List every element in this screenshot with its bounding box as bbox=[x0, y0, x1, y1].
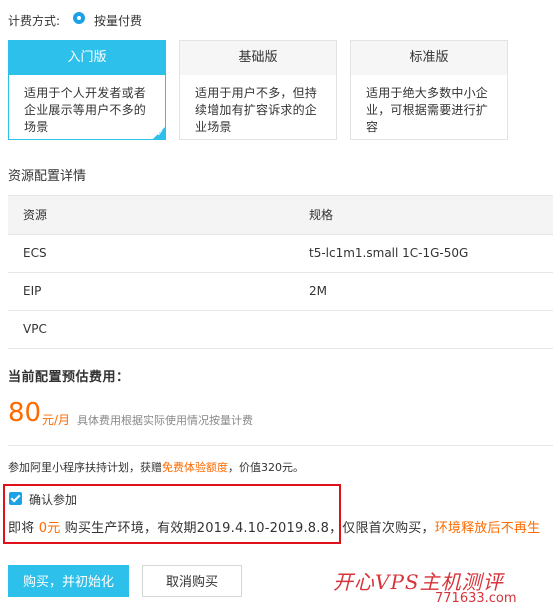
table-row: EIP 2M bbox=[8, 273, 553, 311]
promo-text: 参加阿里小程序扶持计划，获赠免费体验额度，价值320元。 bbox=[8, 459, 304, 475]
edition-desc: 适用于用户不多，但持续增加有扩容诉求的企业场景 bbox=[195, 86, 318, 134]
header-resource: 资源 bbox=[23, 208, 48, 222]
edition-title: 入门版 bbox=[9, 41, 165, 75]
price-note: 具体费用根据实际使用情况按量计费 bbox=[77, 414, 253, 427]
check-icon: ✓ bbox=[156, 129, 164, 139]
promo-suffix: ，价值320元。 bbox=[228, 461, 304, 474]
estimate-title: 当前配置预估费用： bbox=[8, 370, 130, 385]
edition-card-standard[interactable]: 标准版 适用于绝大多数中小企业，可根据需要进行扩容 bbox=[350, 40, 508, 140]
highlight-box bbox=[3, 484, 341, 544]
resource-name: ECS bbox=[23, 246, 47, 260]
buy-and-init-button[interactable]: 购买，并初始化 bbox=[8, 565, 129, 597]
watermark-url: 771633.com bbox=[435, 591, 517, 606]
promo-prefix: 参加阿里小程序扶持计划，获赠 bbox=[8, 461, 162, 474]
billing-label: 计费方式: bbox=[8, 14, 61, 28]
billing-radio[interactable] bbox=[73, 12, 85, 24]
billing-option-label[interactable]: 按量付费 bbox=[94, 12, 142, 29]
divider bbox=[8, 445, 553, 446]
edition-desc: 适用于个人开发者或者企业展示等用户不多的场景 bbox=[24, 86, 147, 134]
resource-name: EIP bbox=[23, 284, 42, 298]
note-warning: 环境释放后不再生 bbox=[434, 521, 541, 536]
resource-section-title: 资源配置详情 bbox=[8, 169, 87, 184]
price-unit: 元/月 bbox=[42, 413, 71, 427]
resource-spec: 2M bbox=[309, 284, 327, 298]
resource-table: 资源 规格 ECS t5-lc1m1.small 1C-1G-50G EIP 2… bbox=[8, 195, 553, 349]
edition-title: 基础版 bbox=[180, 41, 336, 75]
resource-spec: t5-lc1m1.small 1C-1G-50G bbox=[309, 246, 469, 260]
cancel-purchase-button[interactable]: 取消购买 bbox=[142, 565, 242, 597]
resource-name: VPC bbox=[23, 322, 47, 336]
table-row: ECS t5-lc1m1.small 1C-1G-50G bbox=[8, 235, 553, 273]
promo-highlight: 免费体验额度 bbox=[162, 461, 228, 474]
table-header: 资源 规格 bbox=[8, 195, 553, 235]
edition-card-basic[interactable]: 基础版 适用于用户不多，但持续增加有扩容诉求的企业场景 bbox=[179, 40, 337, 140]
edition-title: 标准版 bbox=[351, 41, 507, 75]
edition-card-starter[interactable]: 入门版 适用于个人开发者或者企业展示等用户不多的场景 ✓ bbox=[8, 40, 166, 140]
header-spec: 规格 bbox=[309, 208, 334, 222]
table-row: VPC bbox=[8, 311, 553, 349]
edition-desc: 适用于绝大多数中小企业，可根据需要进行扩容 bbox=[366, 86, 489, 134]
price-value: 80 bbox=[8, 398, 42, 428]
